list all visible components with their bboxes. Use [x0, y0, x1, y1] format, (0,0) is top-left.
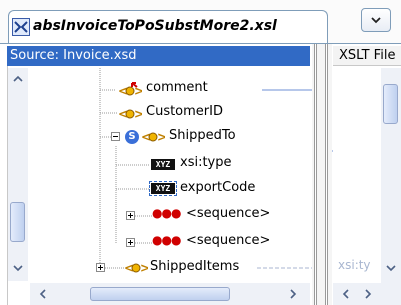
tree-node-comment[interactable]: comment: [146, 80, 208, 95]
xslt-horizontal-scrollbar[interactable]: [333, 283, 401, 305]
tree-node-shippedto[interactable]: ShippedTo: [169, 128, 236, 143]
splitter-bar: [325, 44, 328, 305]
tree-node-sequence[interactable]: <sequence>: [186, 206, 270, 221]
scroll-right-arrow-icon[interactable]: [288, 288, 298, 300]
expand-toggle-sequence[interactable]: [126, 211, 135, 220]
tree-node-sequence[interactable]: <sequence>: [186, 233, 270, 248]
scroll-right-arrow-icon[interactable]: [363, 288, 373, 300]
scroll-thumb[interactable]: [90, 287, 230, 301]
tree-node-exportcode[interactable]: exportCode: [180, 180, 255, 195]
expand-toggle-shippeditems[interactable]: [96, 263, 105, 272]
tree-node-shippeditems[interactable]: ShippedItems: [150, 259, 239, 274]
xyz-attribute-icon: XYZ: [149, 181, 177, 196]
svg-text:>: >: [140, 261, 148, 275]
scroll-thumb[interactable]: [383, 84, 398, 124]
sequence-icon: ●●●: [152, 206, 181, 220]
splitter-bar: [314, 44, 317, 305]
collapse-toggle-shippedto[interactable]: [111, 132, 120, 141]
scroll-left-arrow-icon[interactable]: [38, 288, 48, 300]
svg-text:>: >: [157, 130, 165, 144]
source-horizontal-scrollbar[interactable]: [30, 283, 310, 305]
element-icon: < >: [118, 107, 142, 121]
scroll-down-arrow-icon[interactable]: [12, 263, 24, 273]
sequence-badge-icon: S: [125, 130, 139, 144]
tree-node-xsi-type[interactable]: xsi:type: [180, 155, 232, 170]
element-icon: < >: [124, 261, 148, 275]
scroll-up-arrow-icon[interactable]: [12, 74, 24, 84]
scroll-down-arrow-icon[interactable]: [385, 263, 397, 273]
xslt-tree-node[interactable]: xsi:ty: [338, 258, 371, 272]
xslt-panel-title: XSLT File: [339, 48, 396, 63]
xyz-attribute-icon: XYZ: [151, 159, 175, 170]
element-icon: < >: [141, 130, 165, 144]
source-vertical-scrollbar[interactable]: [8, 68, 28, 281]
xslt-vertical-scrollbar[interactable]: [381, 68, 401, 283]
panel-splitter[interactable]: [312, 44, 332, 305]
expand-toggle-sequence[interactable]: [126, 238, 135, 247]
sequence-icon: ●●●: [152, 233, 181, 247]
element-icon: < >: [118, 82, 142, 98]
tree-node-customerid[interactable]: CustomerID: [146, 104, 223, 119]
scroll-left-arrow-icon[interactable]: [341, 288, 351, 300]
xslt-panel-header: XSLT File: [333, 46, 401, 66]
scroll-thumb[interactable]: [10, 202, 25, 242]
svg-text:>: >: [134, 107, 142, 121]
